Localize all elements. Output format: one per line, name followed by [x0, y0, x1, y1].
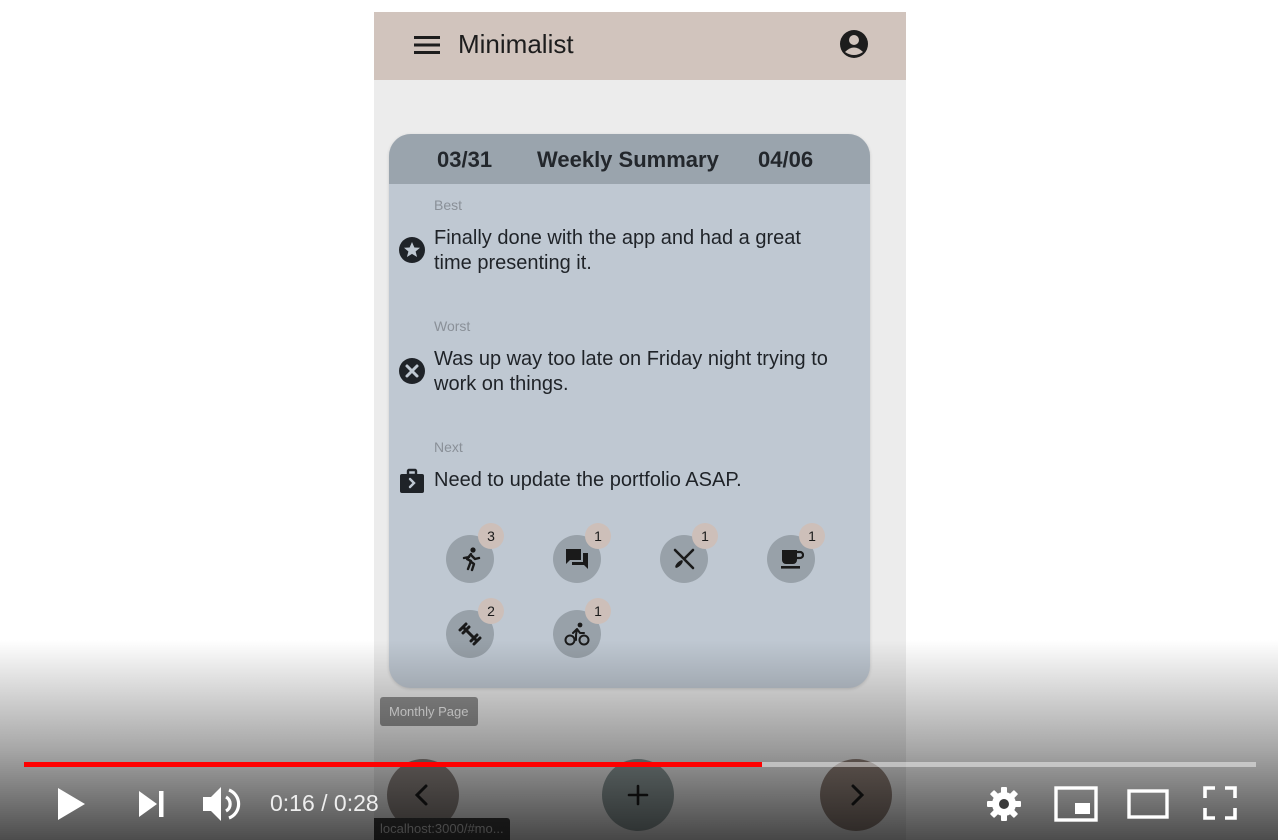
worst-text: Was up way too late on Friday night tryi…: [434, 348, 828, 395]
activity-running[interactable]: 3: [446, 523, 504, 583]
plus-icon: [627, 784, 649, 806]
time-display: 0:16 / 0:28: [270, 790, 379, 816]
next-text: Need to update the portfolio ASAP.: [434, 469, 742, 491]
app-screen: Minimalist 03/31 Weekly Summary 04/06 Be…: [374, 12, 906, 840]
card-header: 03/31 Weekly Summary 04/06: [389, 134, 870, 184]
volume-icon[interactable]: [201, 784, 243, 824]
app-title: Minimalist: [458, 29, 574, 59]
activity-count-badge: 2: [478, 598, 504, 624]
play-icon[interactable]: [55, 786, 87, 822]
coffee-icon: [781, 550, 804, 569]
star-icon: [399, 237, 425, 263]
best-text: Finally done with the app and had a grea…: [434, 227, 801, 274]
progress-bar[interactable]: [24, 762, 1256, 767]
weekly-summary-card: 03/31 Weekly Summary 04/06 Best Finally …: [389, 134, 870, 688]
app-bar: Minimalist: [374, 12, 906, 80]
monthly-page-tooltip: Monthly Page: [380, 697, 478, 726]
add-entry-button[interactable]: [602, 759, 674, 831]
menu-icon[interactable]: [414, 33, 440, 57]
chat-icon: [566, 549, 588, 569]
account-icon[interactable]: [839, 29, 869, 59]
miniplayer-icon[interactable]: [1054, 786, 1098, 822]
summary-title: Weekly Summary: [537, 147, 719, 172]
running-icon: [462, 547, 481, 572]
activity-fitness[interactable]: 2: [446, 598, 504, 658]
activity-coffee[interactable]: 1: [767, 523, 825, 583]
next-label: Next: [434, 439, 463, 455]
activity-count-badge: 1: [799, 523, 825, 549]
chevron-right-icon: [851, 784, 865, 806]
activity-dining[interactable]: 1: [660, 523, 718, 583]
activity-count-badge: 1: [585, 523, 611, 549]
activity-count-badge: 1: [692, 523, 718, 549]
activity-count-badge: 3: [478, 523, 504, 549]
worst-label: Worst: [434, 318, 471, 334]
cancel-icon: [399, 358, 425, 384]
activity-count-badge: 1: [585, 598, 611, 624]
activity-cycling[interactable]: 1: [553, 598, 611, 658]
end-date: 04/06: [758, 147, 814, 172]
fullscreen-icon[interactable]: [1203, 786, 1237, 820]
work-icon: [400, 468, 424, 493]
cycling-icon: [564, 622, 590, 646]
settings-gear-icon[interactable]: [986, 786, 1022, 822]
chevron-left-icon: [414, 784, 428, 806]
start-date: 03/31: [437, 147, 493, 172]
next-video-icon[interactable]: [137, 789, 167, 819]
status-bar-url: localhost:3000/#mo...: [374, 818, 510, 840]
fitness-icon: [458, 622, 482, 646]
dining-icon: [673, 548, 695, 570]
best-label: Best: [434, 197, 463, 213]
progress-played: [24, 762, 762, 767]
next-week-button[interactable]: [820, 759, 892, 831]
theater-mode-icon[interactable]: [1127, 789, 1169, 819]
activity-chat[interactable]: 1: [553, 523, 611, 583]
